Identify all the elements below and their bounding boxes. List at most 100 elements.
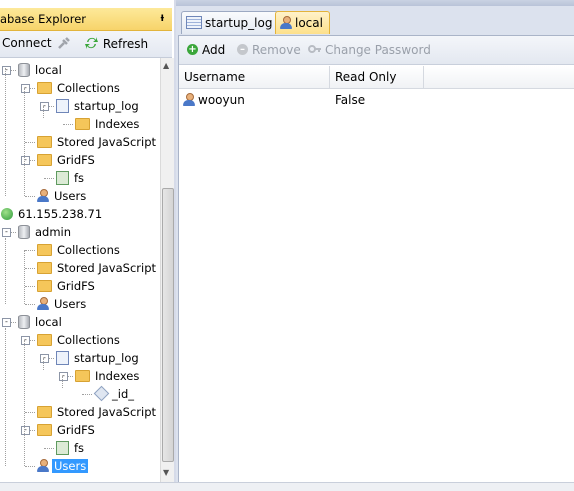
explorer-toolbar: Connect Refresh [0,31,172,58]
tree-node-label: startup_log [74,351,139,365]
tree-node-label: startup_log [74,99,139,113]
tree-connector [25,196,35,197]
tree-node[interactable]: 61.155.238.71 [1,205,104,223]
tree-node-label: fs [74,171,85,185]
tree-node-label: admin [35,225,72,239]
tree-node[interactable]: admin [18,223,73,241]
collapse-toggle-icon[interactable]: - [2,66,11,75]
tree-node-label: Collections [57,243,120,257]
column-label: Read Only [335,70,397,84]
tree-guide-line [24,250,25,304]
tree-node[interactable]: startup_log [56,349,141,367]
scroll-thumb[interactable] [162,188,174,462]
tree-node-label: _id_ [112,387,134,401]
tree-guide-line [24,340,25,466]
connect-label: Connect [2,36,52,50]
pin-icon[interactable]: ᵼ [161,10,164,24]
username-value: wooyun [198,93,245,107]
tree-node[interactable]: Users [37,295,88,313]
tree-node[interactable]: _id_ [93,385,136,403]
tree-node-label: Users [54,189,87,203]
folder-icon [37,243,52,256]
collapse-toggle-icon[interactable]: - [2,228,11,237]
collapse-toggle-icon[interactable]: - [40,102,49,111]
folder-icon [37,423,52,436]
tree-connector [44,178,54,179]
tree-node[interactable]: Indexes [75,115,141,133]
user-icon [183,93,195,106]
tree-node[interactable]: Indexes [75,367,141,385]
key-icon [308,43,322,58]
tree-node[interactable]: Stored JavaScript [37,133,158,151]
column-header-read-only[interactable]: Read Only [330,66,424,88]
tree-node[interactable]: Users [37,187,88,205]
add-icon: + [187,44,198,55]
user-icon [280,16,292,29]
tree-node[interactable]: GridFS [37,277,97,295]
gridfs-icon [56,170,69,185]
scroll-up-icon[interactable]: ▲ [163,61,169,70]
tree-node-label: fs [74,441,85,455]
scroll-down-icon[interactable]: ▼ [163,468,169,477]
collapse-toggle-icon[interactable]: - [21,336,30,345]
tree-node-label: Collections [57,333,120,347]
remove-button[interactable]: – Remove [237,43,301,57]
tree-node-label: local [35,315,62,329]
username-cell: wooyun [183,90,245,110]
collection-icon [56,350,69,365]
folder-icon [37,153,52,166]
document-area: startup_log local + Add – Remove Change Pa… [176,0,574,491]
collapse-toggle-icon[interactable]: - [21,156,30,165]
tree-node[interactable]: fs [56,439,86,457]
database-icon [18,62,30,77]
tree-connector [25,268,35,269]
tree-node[interactable]: Collections [37,241,122,259]
tree-guide-line [43,358,44,370]
explorer-title: abase Explorer [0,12,86,26]
tree-node[interactable]: Collections [37,79,122,97]
tree-node[interactable]: Users [37,457,89,475]
change-password-label: Change Password [325,43,431,57]
collapse-toggle-icon[interactable]: - [21,84,30,93]
disconnect-icon[interactable] [56,35,72,54]
tree-node-label: Users [52,459,89,473]
user-icon [37,459,49,472]
tab-label: local [295,16,323,30]
tree-node[interactable]: Collections [37,331,122,349]
tree-node[interactable]: GridFS [37,421,97,439]
tree-node[interactable]: Stored JavaScript [37,403,158,421]
collapse-toggle-icon[interactable]: - [21,426,30,435]
connect-button[interactable]: Connect [2,36,52,50]
table-row[interactable]: wooyun False [179,90,574,110]
tree-scrollbar[interactable]: ▲ ▼ [160,58,174,482]
collapse-toggle-icon[interactable]: - [40,354,49,363]
database-icon [18,314,30,329]
tree-node-label: 61.155.238.71 [18,207,103,221]
tree-node[interactable]: startup_log [56,97,141,115]
tab-label: startup_log [205,16,273,30]
tab-startup-log[interactable]: startup_log [181,11,280,34]
collapse-toggle-icon[interactable]: - [59,372,68,381]
collapse-toggle-icon[interactable]: - [2,318,11,327]
tree-node-label: Stored JavaScript [57,261,156,275]
tree-node-label: Users [54,297,87,311]
table-icon [186,16,202,29]
tree-node-label: local [35,63,62,77]
read-only-cell: False [335,93,366,107]
folder-icon [37,405,52,418]
tree-node[interactable]: Stored JavaScript [37,259,158,277]
folder-icon [37,81,52,94]
tab-local[interactable]: local [275,11,330,34]
refresh-button[interactable]: Refresh [84,36,148,53]
user-icon [37,189,49,202]
tree-node-label: GridFS [57,153,95,167]
tree-node[interactable]: fs [56,169,86,187]
tree-connector [25,142,35,143]
tree-node[interactable]: local [18,313,64,331]
tree-node[interactable]: local [18,61,64,79]
column-header-username[interactable]: Username [179,66,330,88]
change-password-button[interactable]: Change Password [308,43,431,58]
add-button[interactable]: + Add [187,43,225,57]
tree-node[interactable]: GridFS [37,151,97,169]
explorer-title-bar: abase Explorer ᵼ [0,8,172,31]
